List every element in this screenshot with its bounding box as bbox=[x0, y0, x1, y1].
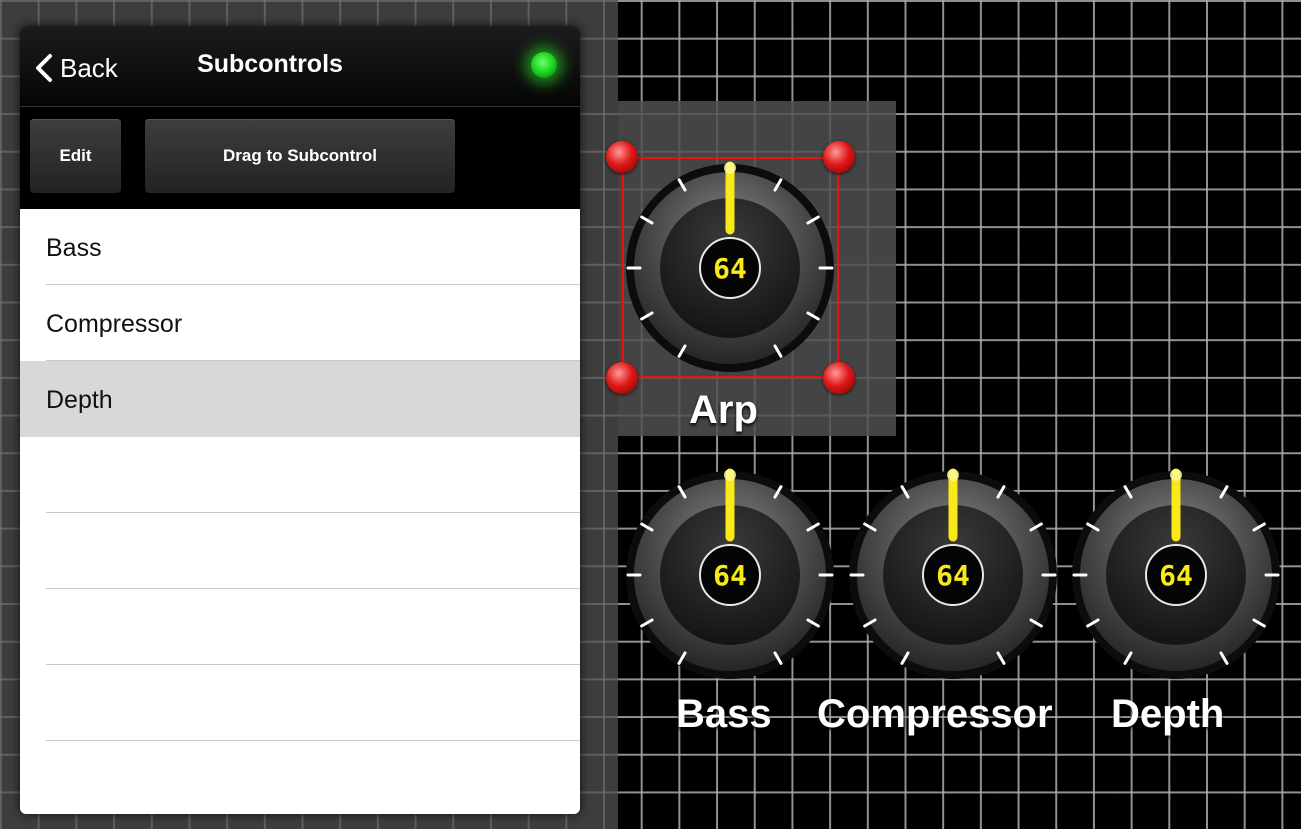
knob-indicator-glow bbox=[947, 469, 959, 481]
depth-knob-value: 64 bbox=[1159, 559, 1193, 592]
compressor-knob[interactable]: 64 bbox=[849, 468, 1057, 679]
knob-indicator-glow bbox=[1170, 469, 1182, 481]
resize-handle-top-left[interactable] bbox=[606, 141, 638, 173]
knob-canvas: 6464 64 64 bbox=[626, 161, 1280, 679]
bass-knob-value: 64 bbox=[713, 559, 747, 592]
compressor-knob-label: Compressor bbox=[817, 692, 1053, 736]
bass-knob[interactable]: 64 bbox=[626, 468, 834, 679]
depth-knob-label: Depth bbox=[1111, 692, 1225, 736]
knob-indicator-glow bbox=[724, 469, 736, 481]
resize-handle-top-right[interactable] bbox=[823, 141, 855, 173]
compressor-knob-value: 64 bbox=[936, 559, 970, 592]
bass-knob-label: Bass bbox=[676, 692, 772, 736]
selection-box[interactable] bbox=[622, 157, 839, 378]
resize-handle-bottom-left[interactable] bbox=[606, 362, 638, 394]
depth-knob[interactable]: 64 bbox=[1072, 468, 1280, 679]
arp-knob-label: Arp bbox=[689, 388, 758, 432]
resize-handle-bottom-right[interactable] bbox=[823, 362, 855, 394]
